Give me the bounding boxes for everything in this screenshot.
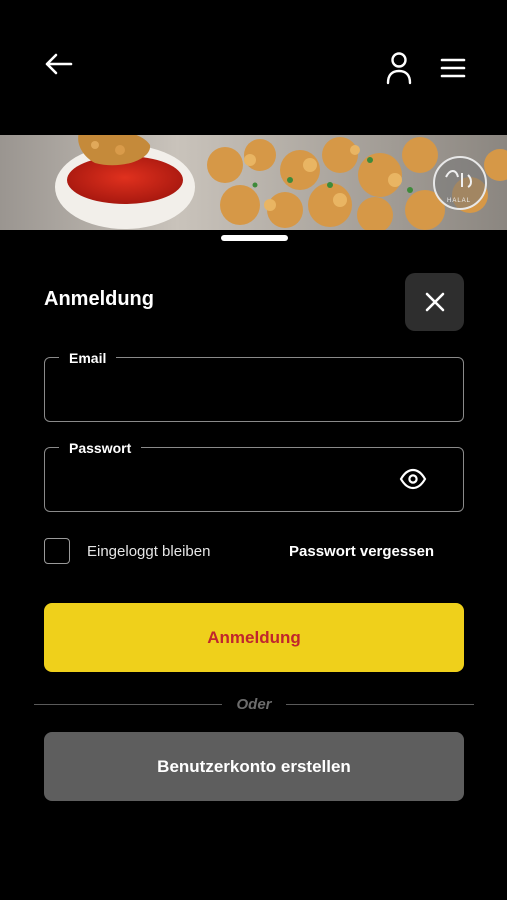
password-field[interactable]: Passwort	[44, 439, 464, 512]
hamburger-menu-icon	[440, 58, 466, 78]
create-account-button[interactable]: Benutzerkonto erstellen	[44, 732, 464, 801]
account-button[interactable]	[382, 50, 416, 86]
show-password-button[interactable]	[399, 468, 427, 490]
halal-badge-text: HALAL	[447, 198, 472, 204]
hero-food-image: HALAL	[0, 135, 507, 230]
email-label: Email	[59, 349, 117, 367]
forgot-password-link[interactable]: Passwort vergessen	[289, 543, 434, 560]
arrow-left-icon	[45, 53, 73, 75]
user-icon	[386, 52, 412, 85]
password-label: Passwort	[59, 439, 142, 457]
back-button[interactable]	[38, 46, 78, 82]
login-button-label: Anmeldung	[207, 627, 301, 647]
password-input[interactable]	[59, 466, 393, 498]
eye-icon	[399, 468, 427, 490]
divider-label: Oder	[236, 696, 272, 713]
menu-button[interactable]	[436, 54, 470, 82]
sheet-drag-handle[interactable]	[221, 235, 288, 241]
email-field[interactable]: Email	[44, 349, 464, 422]
login-button[interactable]: Anmeldung	[44, 603, 464, 672]
remember-me-label[interactable]: Eingeloggt bleiben	[87, 543, 210, 560]
divider-right	[286, 704, 474, 705]
page-title: Anmeldung	[44, 288, 154, 310]
create-account-label: Benutzerkonto erstellen	[157, 756, 351, 776]
top-bar	[0, 0, 507, 135]
close-button[interactable]	[405, 273, 464, 331]
remember-me-checkbox[interactable]	[44, 538, 70, 564]
email-input[interactable]	[59, 376, 393, 408]
divider-left	[34, 704, 222, 705]
close-icon	[425, 292, 444, 312]
